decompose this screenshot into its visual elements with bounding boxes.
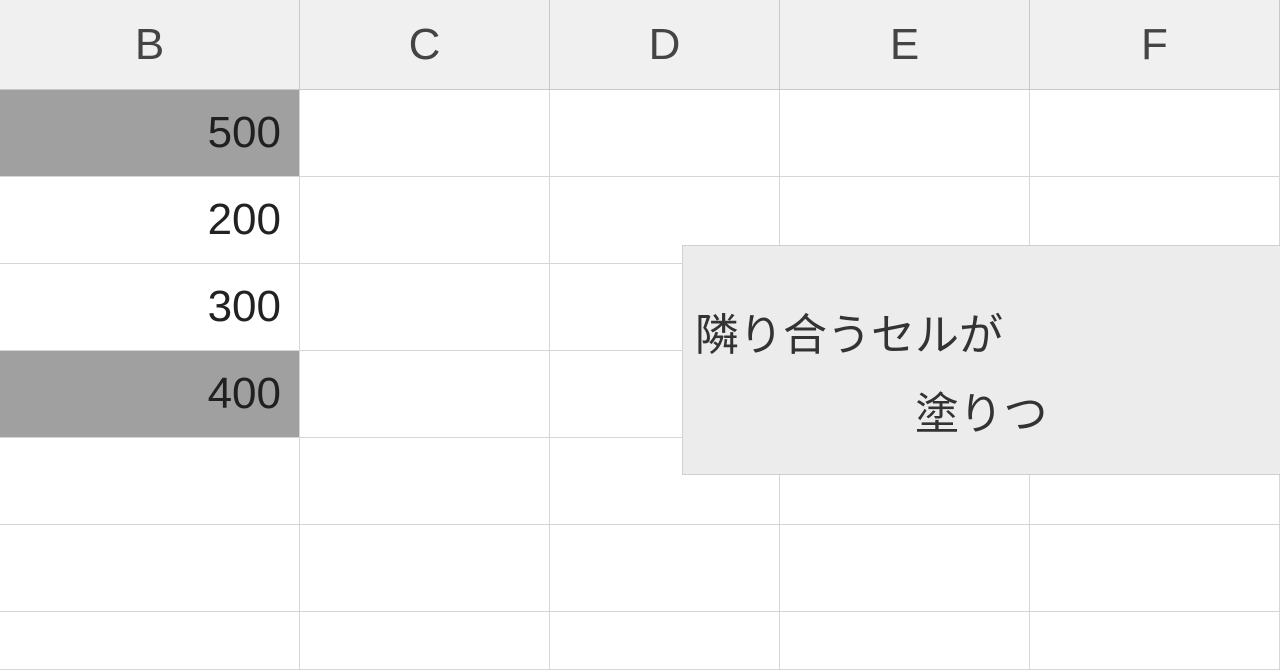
cell-b5[interactable] — [0, 438, 300, 525]
cell-b2[interactable]: 200 — [0, 177, 300, 264]
column-header-d[interactable]: D — [550, 0, 780, 90]
cell-b7[interactable] — [0, 612, 300, 670]
spreadsheet-grid: B C D E F 500 200 300 400 隣り合うセルが 塗りつ — [0, 0, 1280, 670]
cell-f1[interactable] — [1030, 90, 1280, 177]
cell-b6[interactable] — [0, 525, 300, 612]
column-header-b[interactable]: B — [0, 0, 300, 90]
cell-c6[interactable] — [300, 525, 550, 612]
cell-f7[interactable] — [1030, 612, 1280, 670]
column-header-c[interactable]: C — [300, 0, 550, 90]
cell-c2[interactable] — [300, 177, 550, 264]
cell-d1[interactable] — [550, 90, 780, 177]
cell-c4[interactable] — [300, 351, 550, 438]
cell-c7[interactable] — [300, 612, 550, 670]
column-header-f[interactable]: F — [1030, 0, 1280, 90]
annotation-line2: 塗りつ — [695, 375, 1280, 454]
annotation-line1: 隣り合うセルが — [695, 311, 1003, 360]
cell-f6[interactable] — [1030, 525, 1280, 612]
cell-c5[interactable] — [300, 438, 550, 525]
cell-b4[interactable]: 400 — [0, 351, 300, 438]
cell-d6[interactable] — [550, 525, 780, 612]
cell-e7[interactable] — [780, 612, 1030, 670]
annotation-box: 隣り合うセルが 塗りつ — [682, 245, 1280, 475]
cell-d7[interactable] — [550, 612, 780, 670]
cell-b1[interactable]: 500 — [0, 90, 300, 177]
cell-e6[interactable] — [780, 525, 1030, 612]
cell-b3[interactable]: 300 — [0, 264, 300, 351]
cell-c1[interactable] — [300, 90, 550, 177]
cell-c3[interactable] — [300, 264, 550, 351]
cell-e1[interactable] — [780, 90, 1030, 177]
column-header-e[interactable]: E — [780, 0, 1030, 90]
